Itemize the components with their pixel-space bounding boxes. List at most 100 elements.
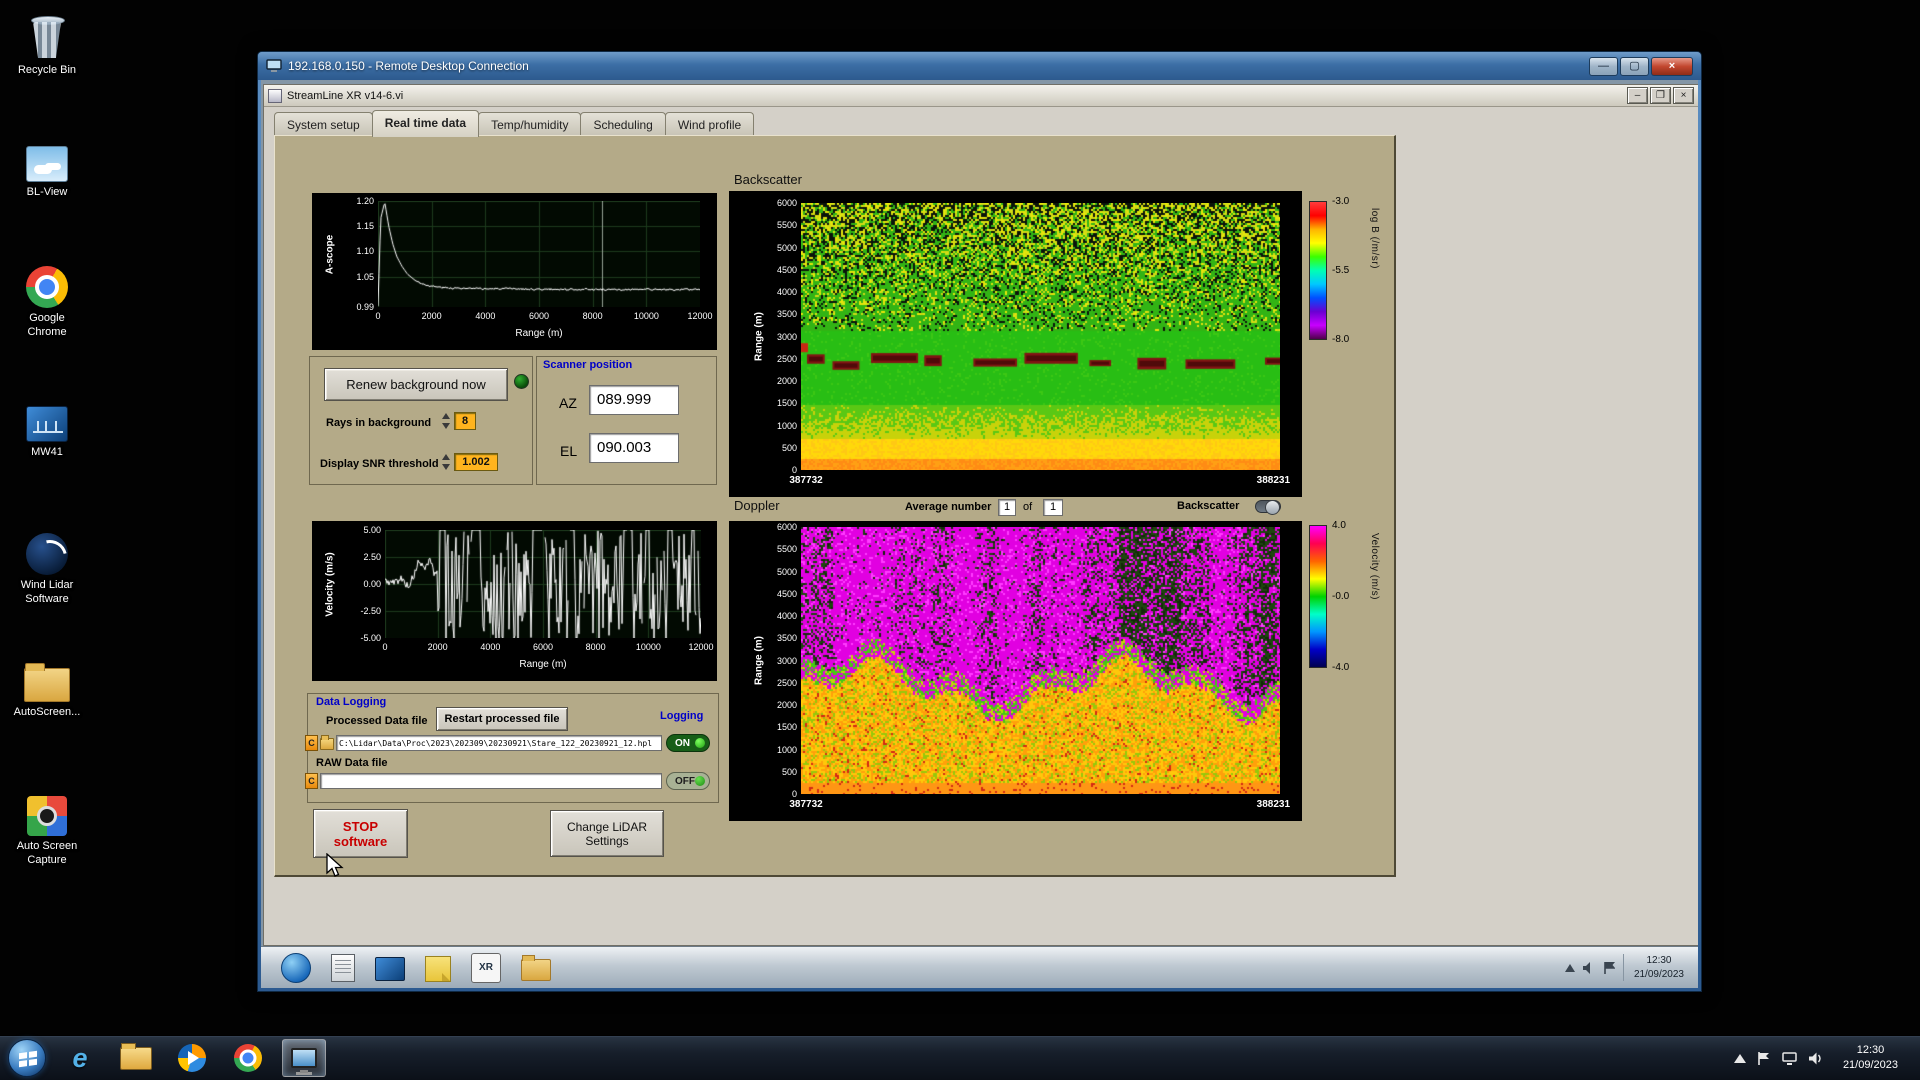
taskbar-clock[interactable]: 12:30 21/09/2023 xyxy=(1835,1041,1906,1075)
taskbar-item-remote-desktop[interactable] xyxy=(282,1039,326,1077)
tray-flag-icon[interactable] xyxy=(1758,1052,1770,1065)
remote-taskbar: XR 12:30 21/09/2023 xyxy=(261,946,1698,988)
rdc-title-bar[interactable]: 192.168.0.150 - Remote Desktop Connectio… xyxy=(258,52,1701,80)
remote-text-editor-icon[interactable] xyxy=(331,954,355,982)
velocity-plot-area[interactable] xyxy=(385,530,701,638)
snr-spinner[interactable] xyxy=(442,453,451,471)
rays-in-background-field[interactable]: 8 xyxy=(454,412,476,430)
app-minimize-button[interactable]: – xyxy=(1627,87,1648,104)
desktop-icon-google-chrome[interactable]: Google Chrome xyxy=(2,266,92,340)
browse-folder-icon[interactable] xyxy=(320,738,334,750)
rdc-minimize-button[interactable]: — xyxy=(1589,57,1618,76)
rays-spinner[interactable] xyxy=(442,412,451,430)
recycle-bin-icon xyxy=(29,14,65,60)
raw-data-file-field[interactable] xyxy=(320,773,662,789)
processed-data-file-field[interactable]: C:\Lidar\Data\Proc\2023\202309\20230921\… xyxy=(336,735,662,751)
restart-processed-file-button[interactable]: Restart processed file xyxy=(436,707,568,731)
processed-logging-toggle[interactable]: ON xyxy=(666,734,710,752)
el-label: EL xyxy=(560,443,577,459)
tray-network-icon[interactable] xyxy=(1782,1052,1797,1065)
axis-tick-label: 388231 xyxy=(1257,475,1290,486)
app-close-button[interactable]: × xyxy=(1673,87,1694,104)
remote-browser-icon[interactable] xyxy=(281,953,311,983)
desktop-icon-autoscreen[interactable]: AutoScreen... xyxy=(2,660,92,720)
logging-label: Logging xyxy=(660,710,703,722)
doppler-graph: Range (m) 600055005000450040003500300025… xyxy=(729,521,1302,821)
app-maximize-button[interactable]: ❐ xyxy=(1650,87,1671,104)
raw-data-file-label: RAW Data file xyxy=(316,757,388,769)
axis-tick-label: 2500 xyxy=(777,354,797,364)
doppler-canvas xyxy=(801,527,1280,794)
drive-letter-icon[interactable]: C xyxy=(305,735,318,751)
app-title-bar[interactable]: StreamLine XR v14-6.vi – ❐ × xyxy=(264,85,1698,107)
doppler-colorbar: 4.0 -0.0 -4.0 xyxy=(1309,525,1327,668)
tab-strip: System setup Real time data Temp/humidit… xyxy=(274,110,753,137)
desktop-icon-auto-screen-capture[interactable]: Auto Screen Capture xyxy=(2,796,92,868)
change-lidar-settings-button[interactable]: Change LiDAR Settings xyxy=(550,810,664,857)
axis-tick-label: 5000 xyxy=(777,567,797,577)
start-button[interactable] xyxy=(8,1039,46,1077)
tab-real-time-data[interactable]: Real time data xyxy=(372,110,479,137)
background-led xyxy=(514,374,529,389)
remote-clock[interactable]: 12:30 21/09/2023 xyxy=(1623,954,1684,981)
remote-monitor-app-icon[interactable] xyxy=(375,957,405,981)
remote-flag-icon[interactable] xyxy=(1604,962,1615,974)
snr-threshold-label: Display SNR threshold xyxy=(320,458,439,470)
doppler-colorbar-tick: -4.0 xyxy=(1332,662,1349,673)
remote-desktop-icon xyxy=(291,1048,317,1068)
desktop-icon-mw41[interactable]: MW41 xyxy=(2,402,92,460)
axis-tick-label: 0 xyxy=(792,465,797,475)
remote-volume-icon[interactable] xyxy=(1583,962,1596,974)
bl-view-icon xyxy=(26,146,68,182)
axis-tick-label: 4000 xyxy=(475,311,495,321)
taskbar-item-file-explorer[interactable] xyxy=(114,1039,158,1077)
snr-threshold-field[interactable]: 1.002 xyxy=(454,453,498,471)
stop-software-button[interactable]: STOP software xyxy=(313,809,408,858)
desktop-icon-label: Wind Lidar Software xyxy=(11,579,83,607)
remote-file-explorer-icon[interactable] xyxy=(521,959,551,981)
tab-wind-profile[interactable]: Wind profile xyxy=(665,112,754,137)
az-field[interactable]: 089.999 xyxy=(589,385,679,415)
data-logging-group: Data Logging Processed Data file Restart… xyxy=(307,693,719,803)
doppler-y-axis-label: Range (m) xyxy=(754,624,765,698)
average-total-field[interactable]: 1 xyxy=(1043,499,1063,516)
average-number-field[interactable]: 1 xyxy=(998,499,1016,516)
tab-temp-humidity[interactable]: Temp/humidity xyxy=(478,112,581,137)
remote-xr-app-icon[interactable]: XR xyxy=(471,953,501,983)
axis-tick-label: 5500 xyxy=(777,544,797,554)
tray-expand-icon[interactable] xyxy=(1734,1054,1746,1063)
desktop-icon-recycle-bin[interactable]: Recycle Bin xyxy=(2,14,92,78)
streamline-app-window: StreamLine XR v14-6.vi – ❐ × System setu… xyxy=(263,84,1698,946)
tab-system-setup[interactable]: System setup xyxy=(274,112,373,137)
desktop-icon-label: Recycle Bin xyxy=(2,64,92,78)
velocity-x-axis-label: Range (m) xyxy=(385,659,701,670)
rdc-close-button[interactable]: × xyxy=(1651,57,1693,76)
taskbar-item-media-player[interactable] xyxy=(170,1039,214,1077)
taskbar-time: 12:30 xyxy=(1843,1043,1898,1058)
desktop-icon-wind-lidar[interactable]: Wind Lidar Software xyxy=(2,533,92,607)
drive-letter-icon[interactable]: C xyxy=(305,773,318,789)
desktop-icon-bl-view[interactable]: BL-View xyxy=(2,140,92,200)
el-field[interactable]: 090.003 xyxy=(589,433,679,463)
rdc-window-title: 192.168.0.150 - Remote Desktop Connectio… xyxy=(288,59,1589,73)
doppler-plot-area[interactable] xyxy=(801,527,1280,794)
backscatter-display-toggle[interactable] xyxy=(1255,500,1281,513)
taskbar-item-internet-explorer[interactable]: e xyxy=(58,1039,102,1077)
axis-tick-label: 5000 xyxy=(777,243,797,253)
ascope-plot-area[interactable] xyxy=(378,201,700,307)
remote-sticky-notes-icon[interactable] xyxy=(425,956,451,982)
velocity-canvas xyxy=(385,530,701,638)
taskbar-item-chrome[interactable] xyxy=(226,1039,270,1077)
raw-logging-toggle[interactable]: OFF xyxy=(666,772,710,790)
rdc-maximize-button[interactable]: ▢ xyxy=(1620,57,1649,76)
desktop-icon-label: Auto Screen Capture xyxy=(7,840,87,868)
doppler-colorbar-tick: 4.0 xyxy=(1332,520,1346,531)
axis-tick-label: 388231 xyxy=(1257,799,1290,810)
remote-tray-expand-icon[interactable] xyxy=(1565,964,1575,972)
axis-tick-label: 2000 xyxy=(777,700,797,710)
renew-background-button[interactable]: Renew background now xyxy=(324,368,508,401)
axis-tick-label: 2000 xyxy=(777,376,797,386)
tab-scheduling[interactable]: Scheduling xyxy=(580,112,665,137)
tray-volume-icon[interactable] xyxy=(1809,1052,1823,1065)
backscatter-plot-area[interactable] xyxy=(801,203,1280,470)
